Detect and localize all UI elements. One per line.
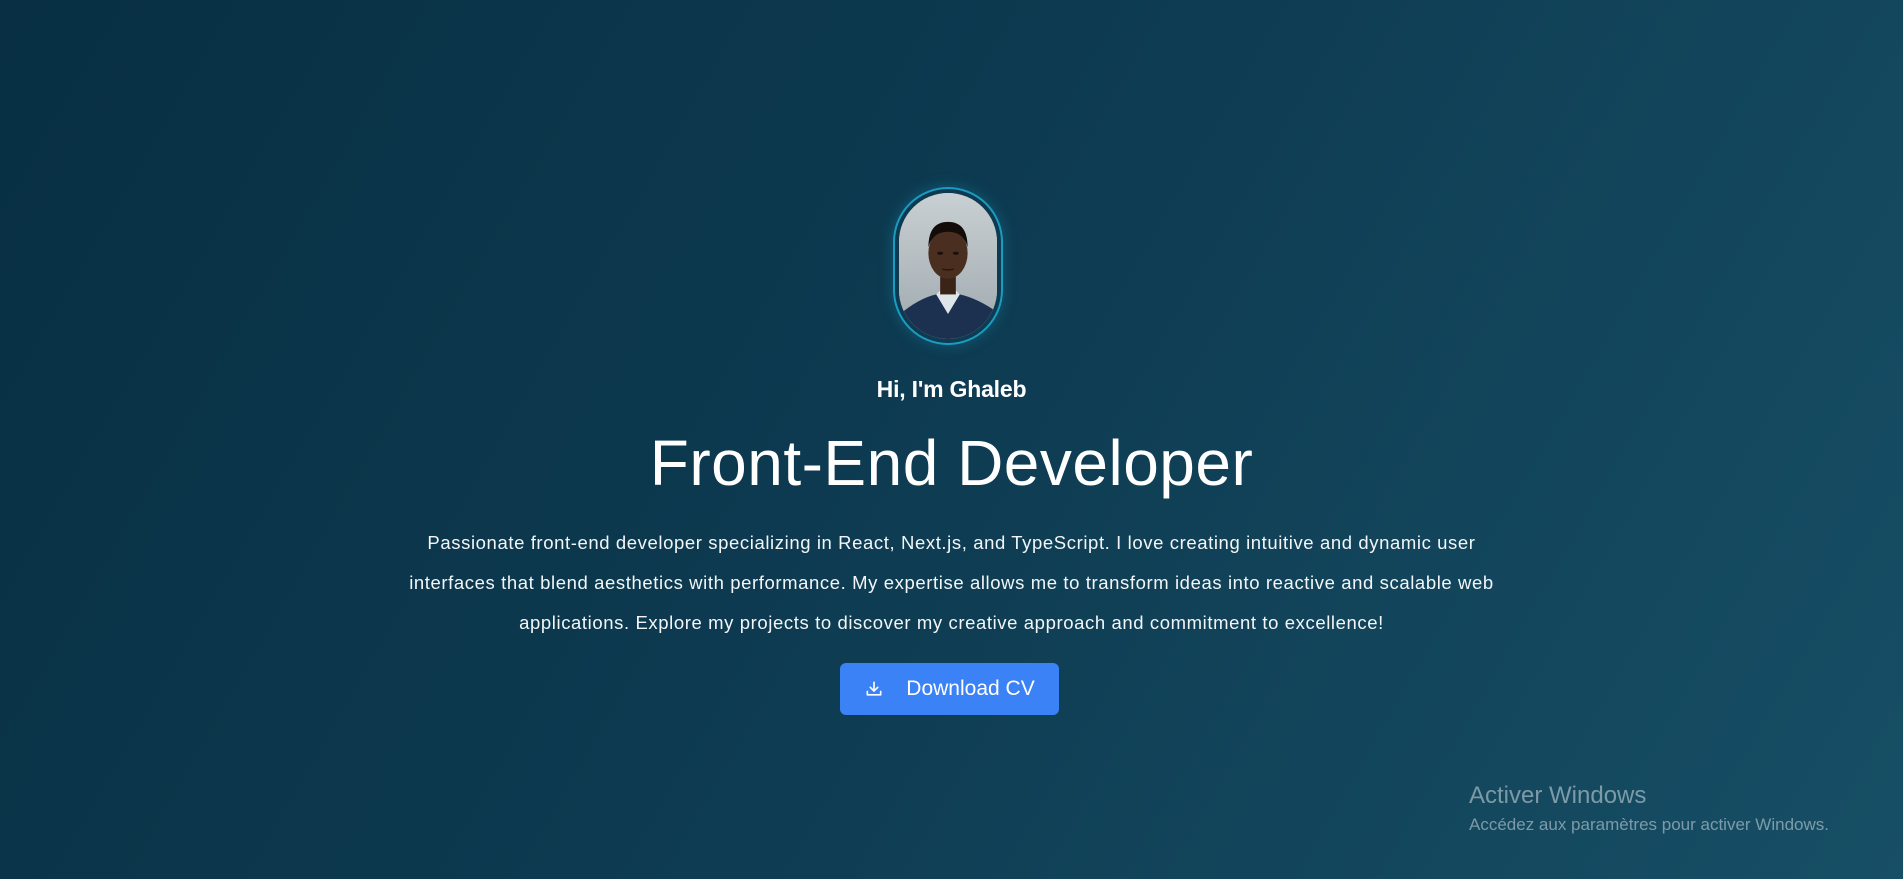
download-icon: [866, 681, 882, 696]
windows-activation-watermark: Activer Windows Accédez aux paramètres p…: [1469, 781, 1829, 837]
download-cv-button[interactable]: Download CV: [840, 663, 1059, 715]
avatar: [899, 193, 997, 339]
intro-paragraph: Passionate front-end developer specializ…: [409, 532, 1494, 633]
hero-section: Hi, I'm Ghaleb Front-End Developer Passi…: [0, 0, 1903, 879]
avatar-frame: [893, 187, 1003, 345]
greeting-text: Hi, I'm Ghaleb: [876, 376, 1027, 402]
download-cv-label: Download CV: [906, 677, 1035, 700]
watermark-subtitle: Accédez aux paramètres pour activer Wind…: [1469, 815, 1829, 834]
watermark-title: Activer Windows: [1469, 782, 1647, 809]
page-title: Front-End Developer: [649, 427, 1254, 499]
avatar-portrait-image: [899, 193, 997, 339]
